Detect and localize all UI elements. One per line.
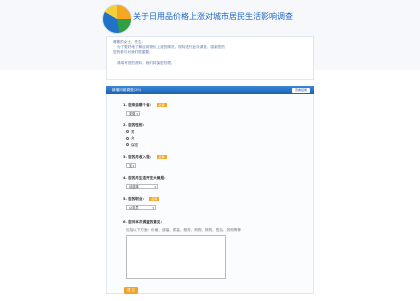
submit-button[interactable]: 提 交	[124, 287, 138, 294]
opinion-textarea[interactable]	[126, 234, 226, 279]
intro-line: 请填写您的资料，我们将保密处理。	[117, 61, 175, 65]
chevron-down-icon: ▾	[154, 185, 156, 189]
question-3: 3. 您的月收入是： 必填 无 ▾	[123, 155, 167, 168]
question-label: 3. 您的月收入是：	[123, 155, 154, 159]
chevron-down-icon: ▾	[152, 206, 154, 210]
question-label: 6. 您对本次调查的意见：	[123, 220, 165, 224]
required-badge: 必填	[156, 155, 167, 159]
question-6: 6. 您对本次调查的意见： 包括以下方面：价格、涨幅、质量、服务、购物、换购、售…	[123, 220, 241, 279]
logo-icon	[102, 4, 132, 34]
expense-select[interactable]: 请选择 ▾	[126, 184, 158, 189]
required-badge: 必填	[156, 103, 167, 107]
gender-option-male[interactable]: 男	[126, 130, 146, 135]
page-title: 关于日用品价格上涨对城市居民生活影响调查	[133, 12, 293, 21]
income-select[interactable]: 无 ▾	[126, 163, 136, 168]
view-results-button[interactable]: 查看结果	[291, 87, 310, 93]
chevron-down-icon: ▾	[136, 112, 138, 116]
required-badge: 必填	[149, 197, 160, 201]
gender-option-secret[interactable]: 保密	[126, 143, 146, 148]
survey-form: 1. 您来自哪个省： 必填 安徽 ▾ 2. 您的性别： 男 女 保密 3. 您的…	[106, 94, 314, 294]
survey-header-label: 新增问卷调查(20)	[112, 88, 141, 92]
question-label: 5. 您的职业：	[123, 197, 147, 201]
question-label: 2. 您的性别：	[123, 123, 147, 127]
question-label: 4. 您的月生活开支大概是：	[123, 176, 168, 180]
radio-icon	[126, 136, 129, 140]
gender-option-female[interactable]: 女	[126, 136, 146, 141]
intro-panel: 尊敬的女士、先生： 为了更好地了解目前物价上涨的情况，现特进行此次调查，感谢您的…	[106, 36, 314, 80]
survey-header-bar: 新增问卷调查(20) 查看结果	[106, 86, 314, 94]
radio-icon	[126, 143, 129, 147]
question-1: 1. 您来自哪个省： 必填 安徽 ▾	[123, 103, 167, 116]
chevron-down-icon: ▾	[132, 164, 134, 168]
occupation-select[interactable]: 公务员 ▾	[126, 205, 156, 210]
question-2: 2. 您的性别： 男 女 保密	[123, 123, 146, 148]
radio-icon	[126, 130, 129, 134]
question-5: 5. 您的职业： 必填 公务员 ▾	[123, 197, 160, 210]
question-hint: 包括以下方面：价格、涨幅、质量、服务、购物、换购、售后、其他等等	[126, 227, 241, 232]
province-select[interactable]: 安徽 ▾	[126, 111, 140, 116]
question-4: 4. 您的月生活开支大概是： 请选择 ▾	[123, 176, 168, 189]
question-label: 1. 您来自哪个省：	[123, 103, 154, 107]
